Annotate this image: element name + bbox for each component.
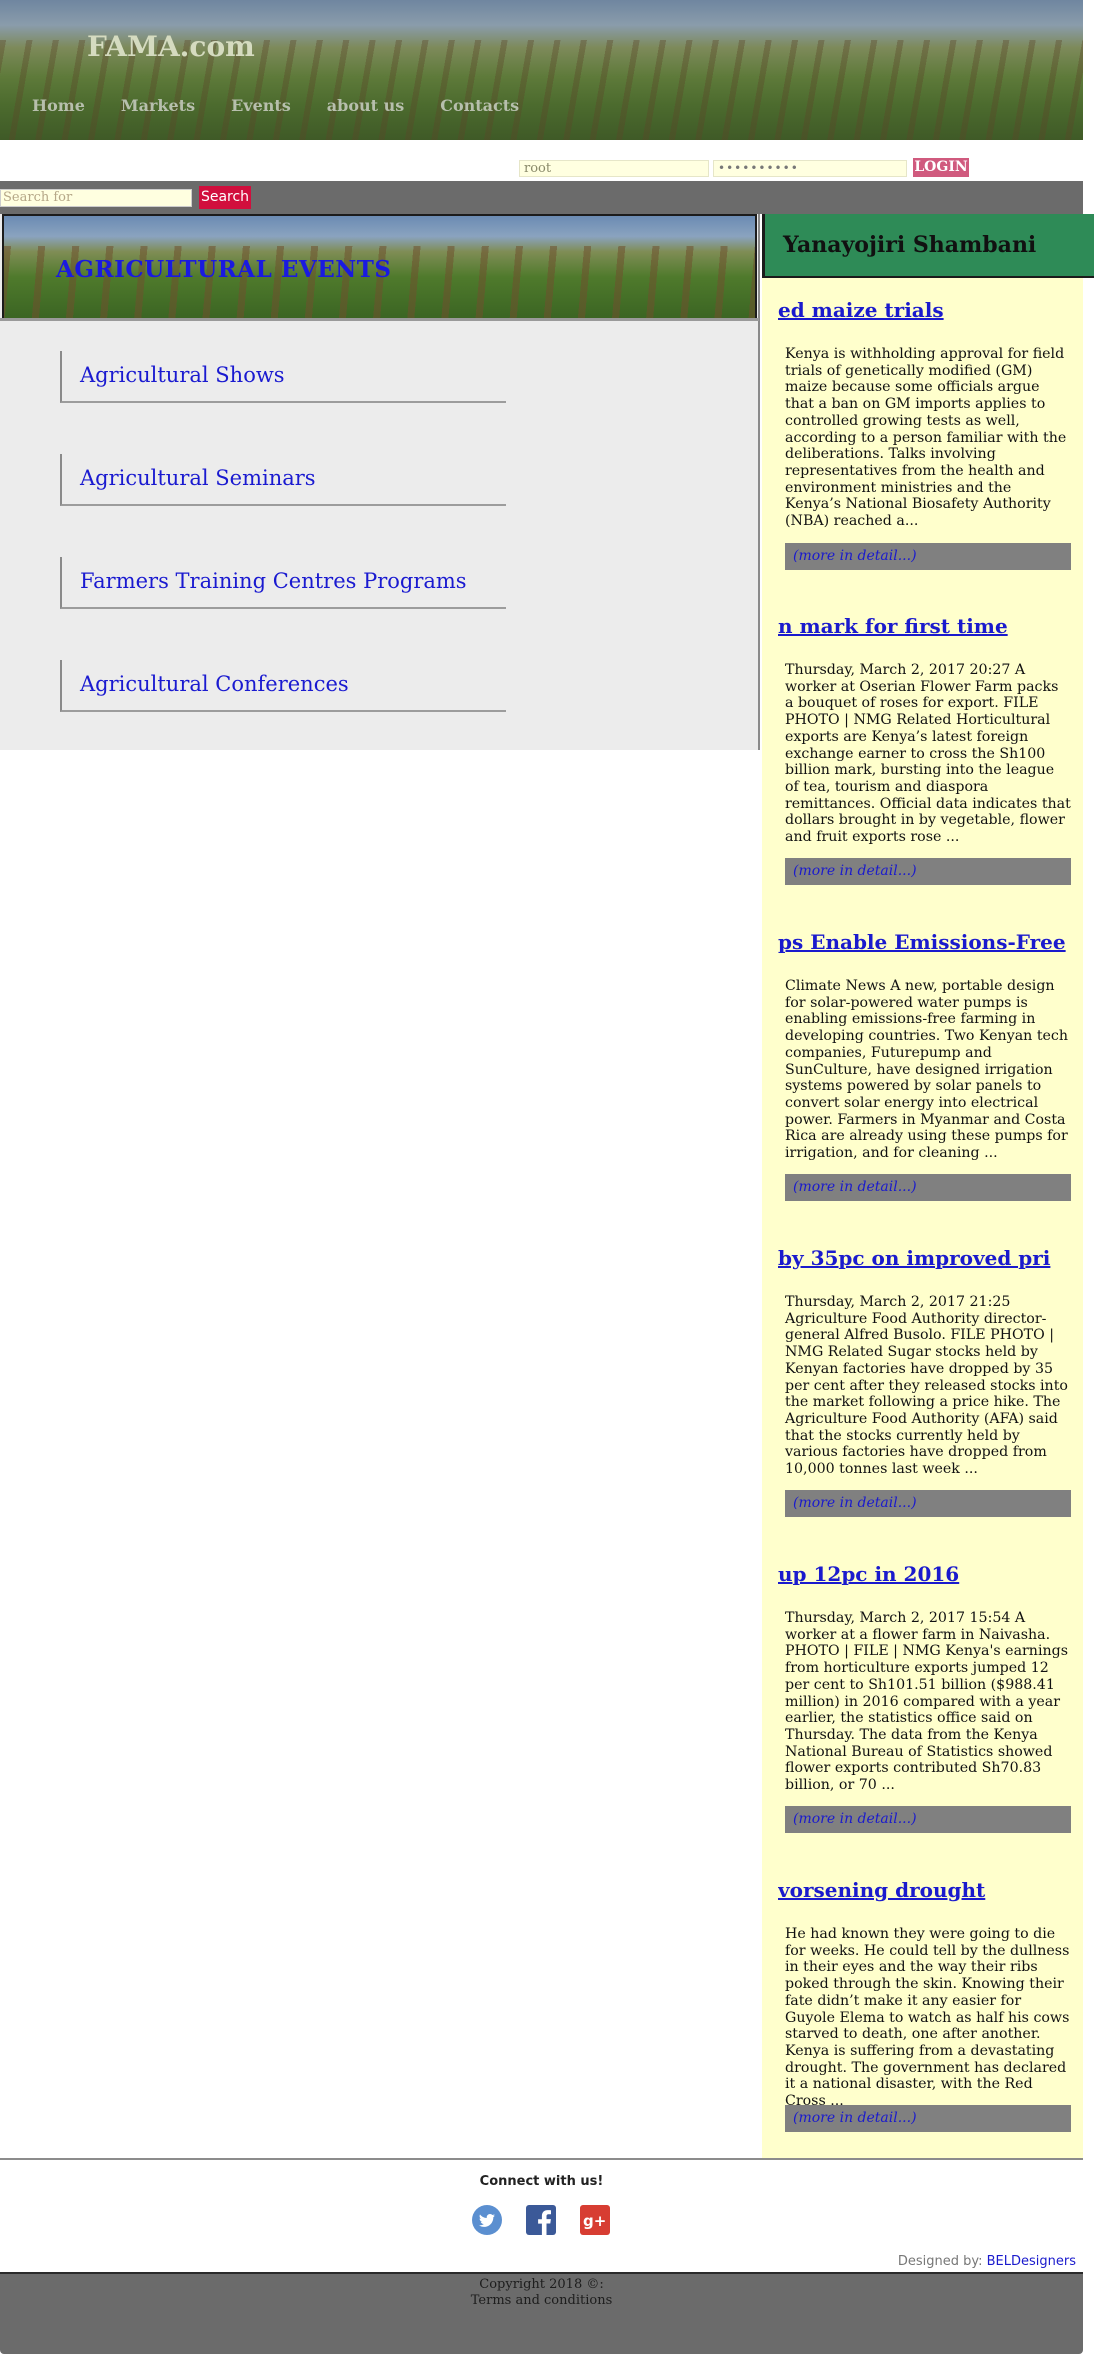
- more-detail-button[interactable]: (more in detail...): [785, 543, 1071, 570]
- nav-about-us[interactable]: about us: [327, 96, 404, 115]
- news-body: Thursday, March 2, 2017 20:27 A worker a…: [785, 662, 1071, 846]
- nav-home[interactable]: Home: [32, 96, 85, 115]
- facebook-icon[interactable]: [525, 2204, 557, 2236]
- copyright-block: Copyright 2018 ©: Terms and conditions: [0, 2277, 1083, 2309]
- nav-events[interactable]: Events: [231, 96, 291, 115]
- news-body: Thursday, March 2, 2017 15:54 A worker a…: [785, 1610, 1068, 1794]
- login-button[interactable]: LOGIN: [913, 158, 969, 177]
- sidebar-header: Yanayojiri Shambani: [762, 214, 1094, 278]
- events-banner: AGRICULTURAL EVENTS: [2, 214, 757, 320]
- site-logo[interactable]: FAMA.com: [87, 30, 255, 63]
- news-title[interactable]: ps Enable Emissions-Free: [778, 930, 1083, 954]
- designer-link[interactable]: BELDesigners: [987, 2254, 1076, 2269]
- more-detail-button[interactable]: (more in detail...): [785, 1174, 1071, 1201]
- designer-credit: Designed by: BELDesigners: [898, 2254, 1076, 2269]
- news-title-text[interactable]: ps Enable Emissions-Free: [778, 930, 1083, 954]
- news-body: Kenya is withholding approval for field …: [785, 346, 1067, 530]
- news-title[interactable]: up 12pc in 2016: [778, 1562, 1083, 1586]
- designed-by-label: Designed by:: [897, 2254, 983, 2269]
- connect-heading: Connect with us!: [479, 2174, 604, 2189]
- more-detail-button[interactable]: (more in detail...): [785, 1490, 1071, 1517]
- category-agricultural-seminars[interactable]: Agricultural Seminars: [60, 454, 506, 506]
- page-title: AGRICULTURAL EVENTS: [56, 256, 392, 283]
- news-title[interactable]: n mark for first time: [778, 614, 1083, 638]
- google-plus-icon[interactable]: g+: [579, 2204, 611, 2236]
- svg-text:g+: g+: [583, 2212, 606, 2230]
- category-agricultural-conferences[interactable]: Agricultural Conferences: [60, 660, 506, 712]
- more-detail-button[interactable]: (more in detail...): [785, 858, 1071, 885]
- news-title-text[interactable]: n mark for first time: [778, 614, 1083, 638]
- password-input[interactable]: ••••••••••: [713, 160, 907, 177]
- more-detail-button[interactable]: (more in detail...): [785, 2105, 1071, 2132]
- news-body: He had known they were going to die for …: [785, 1926, 1070, 2110]
- category-agricultural-shows[interactable]: Agricultural Shows: [60, 351, 506, 403]
- search-input[interactable]: Search for: [0, 189, 192, 207]
- sidebar-title: Yanayojiri Shambani: [783, 232, 1037, 258]
- news-title-text[interactable]: vorsening drought: [778, 1878, 1083, 1902]
- news-body: Thursday, March 2, 2017 21:25 Agricultur…: [785, 1294, 1068, 1478]
- banner-divider: [0, 318, 759, 321]
- search-button[interactable]: Search: [199, 186, 251, 209]
- category-training-programs[interactable]: Farmers Training Centres Programs: [60, 557, 506, 609]
- main-divider: [758, 214, 760, 750]
- terms-link[interactable]: Terms and conditions: [0, 2293, 1083, 2309]
- news-title[interactable]: ed maize trials: [778, 298, 1083, 322]
- news-title[interactable]: vorsening drought: [778, 1878, 1083, 1902]
- twitter-icon[interactable]: [471, 2204, 503, 2236]
- news-title-text[interactable]: up 12pc in 2016: [778, 1562, 1083, 1586]
- main-nav: Home Markets Events about us Contacts: [32, 96, 555, 115]
- news-body: Climate News A new, portable design for …: [785, 978, 1069, 1162]
- copyright-text: Copyright 2018 ©:: [479, 2277, 604, 2292]
- site-header: FAMA.com Home Markets Events about us Co…: [0, 0, 1083, 140]
- nav-markets[interactable]: Markets: [121, 96, 195, 115]
- username-input[interactable]: root: [519, 160, 709, 177]
- news-title[interactable]: by 35pc on improved pri: [778, 1246, 1083, 1270]
- news-title-text[interactable]: by 35pc on improved pri: [778, 1246, 1083, 1270]
- footer-divider: [0, 2158, 1083, 2160]
- news-title-text[interactable]: ed maize trials: [778, 298, 1083, 322]
- nav-contacts[interactable]: Contacts: [440, 96, 519, 115]
- more-detail-button[interactable]: (more in detail...): [785, 1806, 1071, 1833]
